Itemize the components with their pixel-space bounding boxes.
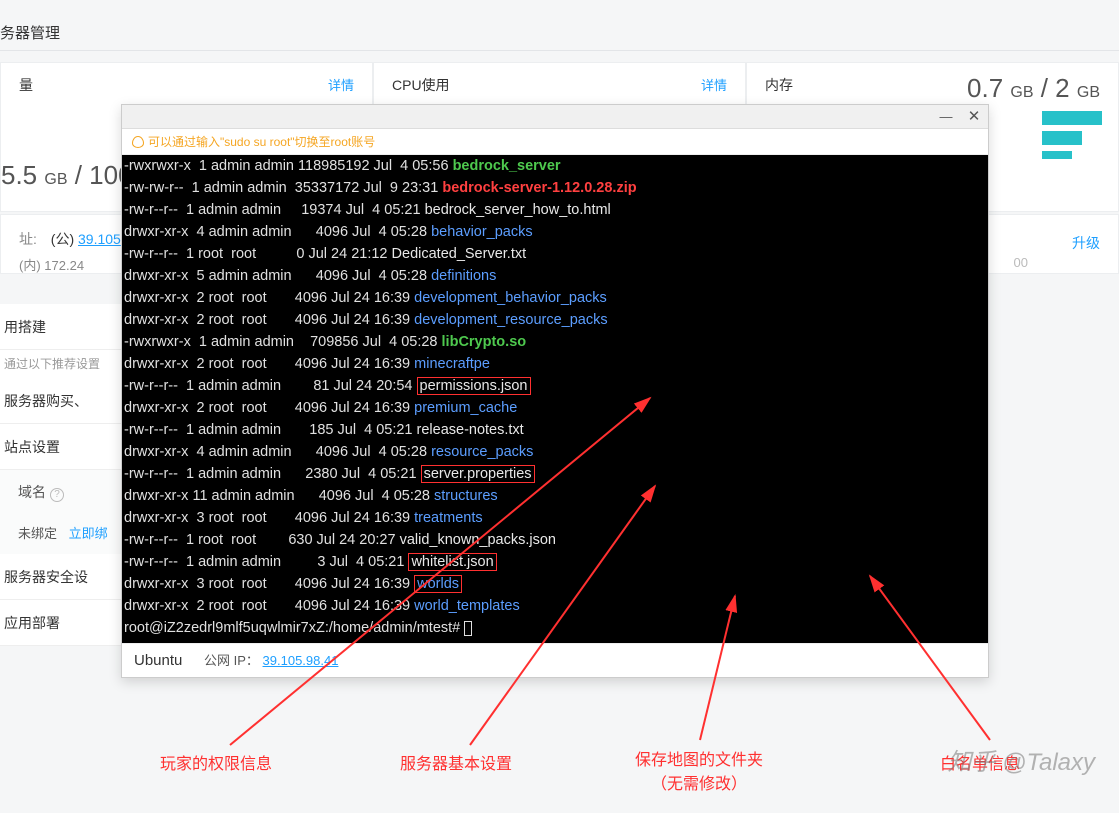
ls-row: -rw-r--r-- 1 root root 0 Jul 24 21:12 De… [124, 243, 986, 265]
help-icon[interactable]: ? [50, 488, 64, 502]
public-ip-link[interactable]: 39.105 [78, 231, 121, 247]
mem-bars-icon [1042, 111, 1102, 159]
ls-row: drwxr-xr-x 4 admin admin 4096 Jul 4 05:2… [124, 441, 986, 463]
ls-row: drwxr-xr-x 2 root root 4096 Jul 24 16:39… [124, 353, 986, 375]
ls-row: drwxr-xr-x 3 root root 4096 Jul 24 16:39… [124, 507, 986, 529]
ls-row: drwxr-xr-x 3 root root 4096 Jul 24 16:39… [124, 573, 986, 595]
ls-row: drwxr-xr-x 4 admin admin 4096 Jul 4 05:2… [124, 221, 986, 243]
terminal-notice: 可以通过输入"sudo su root"切换至root账号 [122, 129, 988, 155]
minimize-button[interactable]: — [932, 106, 960, 128]
os-label: Ubuntu [134, 652, 182, 669]
ls-row: drwxr-xr-x 2 root root 4096 Jul 24 16:39… [124, 595, 986, 617]
terminal-window: — ✕ 可以通过输入"sudo su root"切换至root账号 -rwxrw… [121, 104, 989, 678]
addr-label: 址: [19, 231, 37, 247]
terminal-footer: Ubuntu 公网 IP： 39.105.98.41 [122, 643, 988, 677]
ls-row: -rw-r--r-- 1 admin admin 19374 Jul 4 05:… [124, 199, 986, 221]
ip-label: 公网 IP： [204, 653, 259, 668]
ls-row: -rw-r--r-- 1 admin admin 2380 Jul 4 05:2… [124, 463, 986, 485]
ls-row: -rw-r--r-- 1 admin admin 81 Jul 24 20:54… [124, 375, 986, 397]
disk-value: 5.5 GB / 100 [1, 160, 133, 191]
cpu-label: CPU使用 [392, 75, 727, 95]
mem-value: 0.7 GB / 2 GB [967, 73, 1100, 104]
ls-row: drwxr-xr-x 2 root root 4096 Jul 24 16:39… [124, 397, 986, 419]
ls-row: -rwxrwxr-x 1 admin admin 709856 Jul 4 05… [124, 331, 986, 353]
cpu-detail-link[interactable]: 详情 [701, 75, 727, 94]
bind-now-link[interactable]: 立即绑 [69, 526, 108, 541]
ls-row: drwxr-xr-x 5 admin admin 4096 Jul 4 05:2… [124, 265, 986, 287]
divider [0, 50, 1119, 51]
ls-row: -rw-r--r-- 1 admin admin 3 Jul 4 05:21 w… [124, 551, 986, 573]
private-ip: 172.24 [44, 258, 84, 273]
close-button[interactable]: ✕ [960, 106, 988, 128]
ls-row: -rwxrwxr-x 1 admin admin 118985192 Jul 4… [124, 155, 986, 177]
ls-row: drwxr-xr-x 2 root root 4096 Jul 24 16:39… [124, 309, 986, 331]
terminal-output[interactable]: -rwxrwxr-x 1 admin admin 118985192 Jul 4… [122, 155, 988, 643]
bell-icon [132, 136, 144, 148]
ls-row: -rw-r--r-- 1 admin admin 185 Jul 4 05:21… [124, 419, 986, 441]
prompt-line[interactable]: root@iZ2zedrl9mlf5uqwlmir7xZ:/home/admin… [124, 617, 986, 639]
priv-prefix: (内) [19, 258, 41, 273]
upgrade-link[interactable]: 升级 [1072, 233, 1100, 253]
right-val: 00 [1014, 255, 1028, 270]
ls-row: drwxr-xr-x 2 root root 4096 Jul 24 16:39… [124, 287, 986, 309]
ls-row: -rw-r--r-- 1 root root 630 Jul 24 20:27 … [124, 529, 986, 551]
disk-detail-link[interactable]: 详情 [328, 75, 354, 94]
window-titlebar[interactable]: — ✕ [122, 105, 988, 129]
page-title: 务器管理 [0, 22, 60, 43]
footer-ip-link[interactable]: 39.105.98.41 [263, 653, 339, 668]
unbound-label: 未绑定 [18, 526, 57, 541]
ls-row: drwxr-xr-x 11 admin admin 4096 Jul 4 05:… [124, 485, 986, 507]
ls-row: -rw-rw-r-- 1 admin admin 35337172 Jul 9 … [124, 177, 986, 199]
pub-prefix: (公) [51, 231, 74, 247]
disk-label: 量 [19, 75, 354, 95]
